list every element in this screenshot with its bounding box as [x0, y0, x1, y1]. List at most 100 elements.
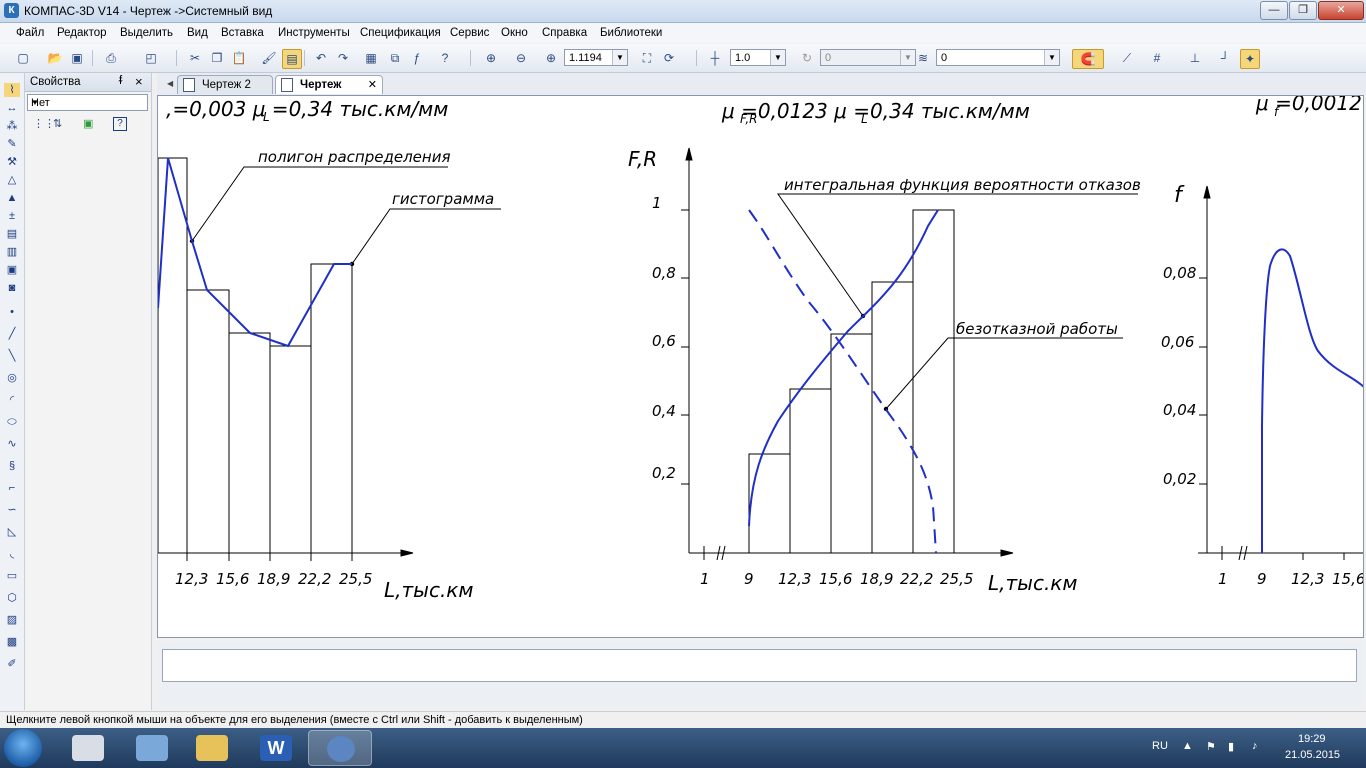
param-icon[interactable]: ⚒ [4, 155, 20, 169]
chamfer-icon[interactable]: ◺ [4, 525, 20, 539]
close-window-button[interactable]: ✕ [1318, 1, 1364, 20]
minimize-button[interactable]: — [1260, 1, 1288, 20]
ortho-icon[interactable]: ⟋ [1118, 49, 1136, 67]
select-icon[interactable]: ▲ [4, 191, 20, 205]
segment-icon[interactable]: ╲ [4, 349, 20, 363]
contour-icon[interactable]: ⬡ [4, 591, 20, 605]
copy-icon[interactable]: ❐ [208, 49, 226, 67]
menu-insert[interactable]: Вставка [221, 27, 264, 39]
chevron-down-icon[interactable]: ▼ [31, 98, 144, 107]
library-properties-icon[interactable]: ▣ [83, 117, 93, 130]
clock-time[interactable]: 19:29 [1298, 733, 1326, 745]
parameters-input[interactable] [162, 649, 1357, 682]
close-tab-icon[interactable]: ✕ [368, 76, 377, 95]
polyline-icon[interactable]: ⌐ [4, 481, 20, 495]
arc-icon[interactable]: ◜ [4, 393, 20, 407]
spline-icon[interactable]: § [4, 459, 20, 473]
edit-icon[interactable]: ✎ [4, 137, 20, 151]
chevron-down-icon[interactable]: ▼ [612, 50, 627, 65]
grid-icon[interactable]: # [1148, 49, 1166, 67]
flag-icon[interactable]: ⚑ [1206, 740, 1216, 753]
zoom-in-icon[interactable]: ⊕ [542, 49, 560, 67]
round-icon[interactable]: ┘ [1216, 49, 1234, 67]
menu-view[interactable]: Вид [187, 27, 208, 39]
object-selector[interactable]: Нет ▼ [27, 94, 148, 111]
fill-icon[interactable]: ▩ [4, 635, 20, 649]
paste-icon[interactable]: 📋 [230, 49, 248, 67]
drawing-canvas[interactable]: ,=0,003 μ =0,34 тыс.км/мм L μ =0,0123 μ … [157, 95, 1364, 638]
brush-icon[interactable]: ✐ [4, 657, 20, 671]
measure-icon[interactable]: △ [4, 173, 20, 187]
menu-specification[interactable]: Спецификация [360, 27, 441, 39]
volume-icon[interactable]: ♪ [1252, 740, 1258, 752]
local-cs-icon[interactable]: ┼ [706, 49, 724, 67]
spec-icon[interactable]: ± [4, 209, 20, 223]
snap-magnet-icon[interactable]: 🧲 [1072, 49, 1104, 69]
menu-help[interactable]: Справка [542, 27, 587, 39]
taskbar-word[interactable]: W [244, 730, 308, 766]
point-icon[interactable]: • [4, 305, 20, 319]
tab-drawing[interactable]: Чертеж ✕ [275, 75, 383, 94]
zoom-level-field[interactable]: 1.1194 ▼ [564, 49, 628, 66]
maximize-button[interactable]: ❐ [1289, 1, 1317, 20]
report-icon[interactable]: ▤ [4, 227, 20, 241]
symbols-icon[interactable]: ⁂ [4, 119, 20, 133]
menu-editor[interactable]: Редактор [57, 27, 107, 39]
menu-tools[interactable]: Инструменты [278, 27, 350, 39]
taskbar-explorer[interactable] [180, 730, 244, 766]
tray-expand-icon[interactable]: ▲ [1182, 740, 1193, 752]
zoom-out-icon[interactable]: ⊖ [512, 49, 530, 67]
layer-field[interactable]: 0 ▼ [936, 49, 1060, 66]
taskbar-calculator[interactable] [56, 730, 120, 766]
save-icon[interactable]: ▣ [68, 49, 86, 67]
sort-tree-icon[interactable]: ⋮⋮ [33, 117, 55, 130]
aux-line-icon[interactable]: ╱ [4, 327, 20, 341]
ellipse-icon[interactable]: ⬭ [4, 415, 20, 429]
format-brush-icon[interactable]: 🖌 [260, 49, 278, 67]
geometry-icon[interactable]: ⌇ [4, 83, 20, 97]
pin-icon[interactable]: ᵮ [119, 75, 122, 87]
properties-toggle-icon[interactable]: ▤ [282, 49, 302, 69]
circle-icon[interactable]: ◎ [4, 371, 20, 385]
library-icon[interactable]: ▣ [4, 263, 20, 277]
ortho-mode-icon[interactable]: ⊥ [1186, 49, 1204, 67]
context-help-icon[interactable]: ? [436, 49, 454, 67]
taskbar-computer[interactable] [120, 730, 184, 766]
rectangle-icon[interactable]: ▭ [4, 569, 20, 583]
variables-icon[interactable]: ⧉ [386, 49, 404, 67]
nurbs-icon[interactable]: ∽ [4, 503, 20, 517]
chevron-down-icon[interactable]: ▼ [770, 50, 785, 65]
start-button[interactable] [4, 729, 42, 767]
hatch-icon[interactable]: ▨ [4, 613, 20, 627]
sort-order-icon[interactable]: ⇅ [53, 117, 62, 130]
menu-service[interactable]: Сервис [450, 27, 489, 39]
formula-icon[interactable]: ƒ [408, 49, 426, 67]
menu-window[interactable]: Окно [501, 27, 528, 39]
taskbar-kompas[interactable] [308, 730, 372, 766]
menu-select[interactable]: Выделить [120, 27, 173, 39]
tab-drawing-2[interactable]: Чертеж 2 [177, 75, 273, 94]
new-document-icon[interactable]: ▢ [14, 49, 32, 67]
tabs-scroll-icon[interactable]: ◀ [167, 79, 173, 88]
drawing-svg[interactable]: ,=0,003 μ =0,34 тыс.км/мм L μ =0,0123 μ … [158, 96, 1364, 638]
menu-libraries[interactable]: Библиотеки [600, 27, 662, 39]
fillet-icon[interactable]: ◟ [4, 547, 20, 561]
parametric-icon[interactable]: ✦ [1240, 49, 1260, 69]
dimensions-icon[interactable]: ↔ [4, 101, 20, 115]
menu-file[interactable]: Файл [16, 27, 44, 39]
insert-icon[interactable]: ▥ [4, 245, 20, 259]
open-folder-icon[interactable]: 📂 [46, 49, 64, 67]
print-icon[interactable]: ⎙ [102, 49, 120, 67]
cut-icon[interactable]: ✂ [186, 49, 204, 67]
redo-icon[interactable]: ↷ [334, 49, 352, 67]
zoom-all-icon[interactable]: ⛶ [638, 49, 656, 67]
language-indicator[interactable]: RU [1152, 740, 1168, 752]
refresh-icon[interactable]: ⟳ [660, 49, 678, 67]
preview-icon[interactable]: ◰ [142, 49, 160, 67]
help-icon[interactable]: ? [113, 117, 127, 131]
close-panel-icon[interactable]: × [135, 74, 143, 89]
power-icon[interactable]: ▮ [1228, 740, 1234, 753]
chevron-down-icon[interactable]: ▼ [1044, 50, 1059, 65]
bezier-icon[interactable]: ∿ [4, 437, 20, 451]
step-field[interactable]: 1.0 ▼ [730, 49, 786, 66]
